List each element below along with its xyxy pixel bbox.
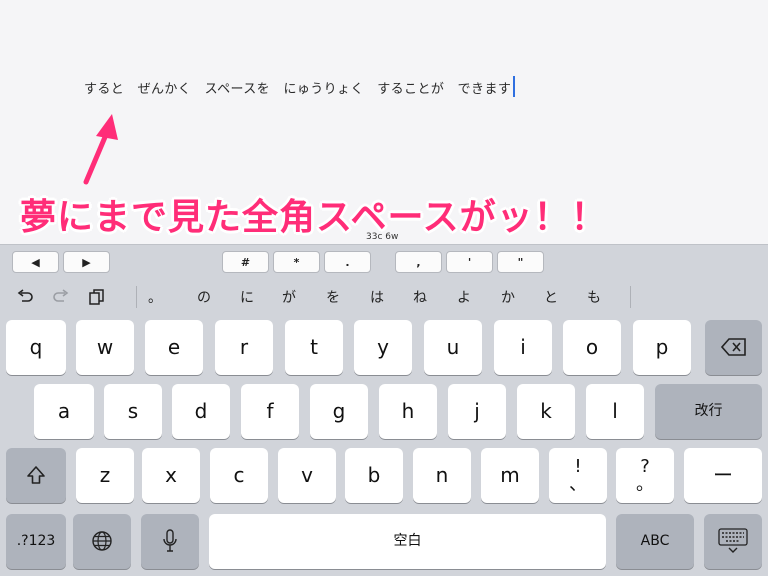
comma-button[interactable]: , [395, 251, 442, 273]
key-b[interactable]: b [345, 448, 403, 503]
numbers-key[interactable]: .?123 [6, 514, 66, 569]
key-u[interactable]: u [424, 320, 482, 375]
space-key[interactable]: 空白 [209, 514, 606, 569]
key-t[interactable]: t [285, 320, 343, 375]
paste-icon[interactable] [88, 288, 106, 306]
candidate-separator [630, 286, 631, 308]
globe-icon [92, 531, 112, 551]
cursor-right-button[interactable]: ▶ [63, 251, 110, 273]
key-f[interactable]: f [241, 384, 299, 439]
shift-icon [27, 466, 45, 484]
annotation-caption: 夢にまで見た全角スペースがッ！！ [20, 197, 608, 238]
document-text[interactable]: すると ぜんかく スペースを にゅうりょく することが できます [84, 78, 511, 97]
keyboard-accessory-bar: ◀ ▶ # * . , ' " [0, 244, 768, 279]
key-s[interactable]: s [104, 384, 162, 439]
key-p[interactable]: p [633, 320, 691, 375]
microphone-icon [163, 529, 177, 552]
candidate-10[interactable]: も [587, 287, 601, 307]
apostrophe-button[interactable]: ' [446, 251, 493, 273]
quote-button[interactable]: " [497, 251, 544, 273]
key-n[interactable]: n [413, 448, 471, 503]
hash-button[interactable]: # [222, 251, 269, 273]
candidate-7[interactable]: よ [457, 287, 471, 307]
return-key[interactable]: 改行 [655, 384, 762, 439]
key-y[interactable]: y [354, 320, 412, 375]
annotation-arrow-icon [83, 114, 118, 185]
key-dash[interactable]: ー [684, 448, 762, 503]
key-d[interactable]: d [172, 384, 230, 439]
candidate-9[interactable]: と [544, 287, 558, 307]
backspace-icon [720, 338, 746, 356]
key-exclamation[interactable]: ! 、 [549, 448, 607, 503]
candidate-1[interactable]: の [197, 287, 211, 307]
delete-key[interactable] [705, 320, 762, 375]
key-q[interactable]: q [6, 320, 66, 375]
keyboard-dismiss-icon [718, 528, 748, 553]
key-c[interactable]: c [210, 448, 268, 503]
key-h[interactable]: h [379, 384, 437, 439]
undo-icon[interactable] [16, 288, 34, 306]
key-z[interactable]: z [76, 448, 134, 503]
candidate-5[interactable]: は [370, 287, 384, 307]
key-a[interactable]: a [34, 384, 94, 439]
key-question[interactable]: ? 。 [616, 448, 674, 503]
redo-icon[interactable] [52, 288, 70, 306]
key-exclamation-alt: 、 [569, 474, 587, 495]
key-j[interactable]: j [448, 384, 506, 439]
key-r[interactable]: r [215, 320, 273, 375]
cursor-left-button[interactable]: ◀ [12, 251, 59, 273]
globe-key[interactable] [73, 514, 131, 569]
text-cursor [513, 76, 515, 97]
candidate-0[interactable]: 。 [148, 287, 162, 307]
key-x[interactable]: x [142, 448, 200, 503]
candidate-2[interactable]: に [240, 287, 254, 307]
shortcut-separator [136, 286, 137, 308]
key-g[interactable]: g [310, 384, 368, 439]
key-i[interactable]: i [494, 320, 552, 375]
key-l[interactable]: l [586, 384, 644, 439]
shift-key[interactable] [6, 448, 66, 503]
candidate-3[interactable]: が [282, 287, 296, 307]
key-question-alt: 。 [636, 474, 654, 495]
candidate-8[interactable]: か [501, 287, 515, 307]
shortcut-candidate-bar: 。 の に が を は ね よ か と も [0, 278, 768, 316]
key-m[interactable]: m [481, 448, 539, 503]
period-button[interactable]: . [324, 251, 371, 273]
asterisk-button[interactable]: * [273, 251, 320, 273]
candidate-6[interactable]: ね [413, 287, 427, 307]
key-o[interactable]: o [563, 320, 621, 375]
candidate-4[interactable]: を [326, 287, 340, 307]
software-keyboard: 。 の に が を は ね よ か と も q w e r t y u i o … [0, 278, 768, 576]
dismiss-keyboard-key[interactable] [704, 514, 762, 569]
key-w[interactable]: w [76, 320, 134, 375]
key-v[interactable]: v [278, 448, 336, 503]
document-area[interactable]: すると ぜんかく スペースを にゅうりょく することが できます 夢にまで見た全… [0, 0, 768, 244]
abc-key[interactable]: ABC [616, 514, 694, 569]
key-e[interactable]: e [145, 320, 203, 375]
key-k[interactable]: k [517, 384, 575, 439]
char-word-counter: 33c 6w [366, 232, 399, 242]
dictation-key[interactable] [141, 514, 199, 569]
